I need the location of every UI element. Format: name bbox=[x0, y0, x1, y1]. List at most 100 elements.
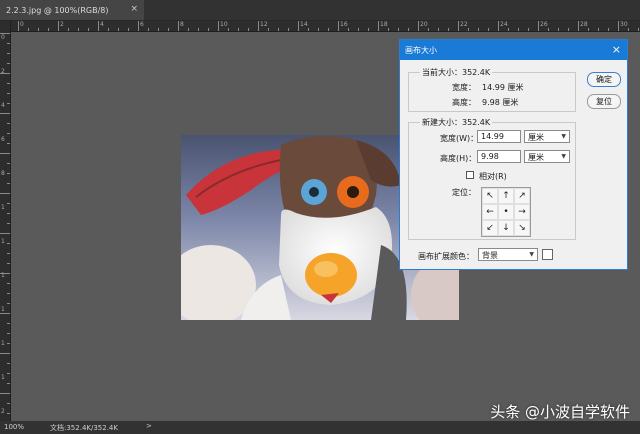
ruler-label: 2 bbox=[1, 68, 5, 75]
ruler-label: 8 bbox=[180, 21, 184, 28]
ruler-tick bbox=[7, 293, 10, 294]
ruler-tick bbox=[7, 173, 10, 174]
ruler-tick bbox=[478, 28, 479, 31]
ruler-tick bbox=[198, 28, 199, 31]
anchor-sw-icon[interactable]: ↙ bbox=[482, 220, 498, 236]
ruler-tick bbox=[7, 63, 10, 64]
status-menu-arrow[interactable]: > bbox=[146, 422, 152, 430]
ruler-tick bbox=[488, 28, 489, 31]
ruler-tick bbox=[7, 323, 10, 324]
height-unit-select[interactable]: 厘米 ▼ bbox=[524, 150, 570, 163]
anchor-n-icon[interactable]: ↑ bbox=[498, 188, 514, 204]
ruler-tick bbox=[518, 28, 519, 31]
close-icon[interactable]: × bbox=[612, 43, 621, 56]
current-width-label: 宽度： bbox=[452, 83, 476, 92]
extension-color-swatch[interactable] bbox=[542, 249, 553, 260]
ruler-top[interactable]: 02468101214161820222426283032 bbox=[10, 21, 640, 32]
ruler-label: 24 bbox=[500, 21, 508, 28]
ok-button[interactable]: 确定 bbox=[587, 72, 621, 87]
anchor-e-icon[interactable]: → bbox=[514, 204, 530, 220]
ruler-label: 0 bbox=[20, 21, 24, 28]
anchor-se-icon[interactable]: ↘ bbox=[514, 220, 530, 236]
ruler-tick bbox=[268, 28, 269, 31]
ruler-tick bbox=[308, 28, 309, 31]
ruler-tick bbox=[568, 28, 569, 31]
ruler-label: 1 bbox=[1, 340, 5, 347]
dialog-title-bar[interactable]: 画布大小 × bbox=[400, 40, 627, 60]
ruler-tick bbox=[7, 223, 10, 224]
ruler-label: 1 bbox=[1, 374, 5, 381]
new-size-label: 新建大小：352.4K bbox=[420, 117, 493, 128]
ruler-tick bbox=[7, 243, 10, 244]
new-height-label: 高度(H)： bbox=[440, 154, 477, 163]
ruler-tick bbox=[7, 253, 10, 254]
ruler-tick bbox=[138, 21, 139, 31]
ruler-tick bbox=[7, 413, 10, 414]
extension-color-select[interactable]: 背景 ▼ bbox=[478, 248, 538, 261]
ruler-tick bbox=[0, 393, 10, 394]
relative-checkbox[interactable] bbox=[466, 171, 474, 179]
ruler-tick bbox=[418, 21, 419, 31]
ruler-tick bbox=[7, 143, 10, 144]
ruler-tick bbox=[178, 21, 179, 31]
ruler-tick bbox=[638, 28, 639, 31]
ruler-label: 1 bbox=[1, 238, 5, 245]
ruler-tick bbox=[578, 21, 579, 31]
ruler-tick bbox=[148, 28, 149, 31]
ruler-tick bbox=[608, 28, 609, 31]
anchor-w-icon[interactable]: ← bbox=[482, 204, 498, 220]
anchor-ne-icon[interactable]: ↗ bbox=[514, 188, 530, 204]
ruler-tick bbox=[588, 28, 589, 31]
new-width-label: 宽度(W)： bbox=[440, 134, 479, 143]
ruler-tick bbox=[328, 28, 329, 31]
ruler-label: 2 bbox=[60, 21, 64, 28]
relative-label[interactable]: 相对(R) bbox=[479, 171, 507, 182]
ruler-label: 14 bbox=[300, 21, 308, 28]
ruler-tick bbox=[18, 21, 19, 31]
width-input[interactable]: 14.99 bbox=[477, 130, 521, 143]
ruler-label: 26 bbox=[540, 21, 548, 28]
anchor-s-icon[interactable]: ↓ bbox=[498, 220, 514, 236]
zoom-level[interactable]: 100% bbox=[4, 423, 24, 431]
current-size-label: 当前大小：352.4K bbox=[420, 67, 493, 78]
ruler-tick bbox=[188, 28, 189, 31]
chevron-down-icon: ▼ bbox=[561, 153, 566, 160]
ruler-tick bbox=[118, 28, 119, 31]
anchor-nw-icon[interactable]: ↖ bbox=[482, 188, 498, 204]
ruler-tick bbox=[558, 28, 559, 31]
ruler-label: 1 bbox=[1, 272, 5, 279]
ruler-tick bbox=[0, 113, 10, 114]
ruler-tick bbox=[548, 28, 549, 31]
ruler-tick bbox=[468, 28, 469, 31]
ruler-tick bbox=[7, 93, 10, 94]
ruler-tick bbox=[7, 103, 10, 104]
document-tab[interactable]: 2.2.3.jpg @ 100%(RGB/8) × bbox=[0, 0, 144, 20]
reset-button[interactable]: 复位 bbox=[587, 94, 621, 109]
ruler-left[interactable]: 0 2 4 6 8 1 1 1 1 1 1 2 bbox=[0, 21, 11, 424]
ruler-tick bbox=[258, 21, 259, 31]
ruler-label: 10 bbox=[220, 21, 228, 28]
width-unit-select[interactable]: 厘米 ▼ bbox=[524, 130, 570, 143]
ruler-label: 30 bbox=[620, 21, 628, 28]
ruler-tick bbox=[248, 28, 249, 31]
ruler-tick bbox=[398, 28, 399, 31]
ruler-tick bbox=[7, 343, 10, 344]
ruler-label: 16 bbox=[340, 21, 348, 28]
close-icon[interactable]: × bbox=[130, 4, 138, 14]
document-tab-title: 2.2.3.jpg @ 100%(RGB/8) bbox=[6, 5, 109, 15]
ruler-tick bbox=[7, 133, 10, 134]
ruler-label: 18 bbox=[380, 21, 388, 28]
ruler-label: 4 bbox=[100, 21, 104, 28]
ruler-tick bbox=[7, 53, 10, 54]
ruler-label: 1 bbox=[1, 306, 5, 313]
ruler-tick bbox=[0, 193, 10, 194]
anchor-grid[interactable]: ↖ ↑ ↗ ← • → ↙ ↓ ↘ bbox=[481, 187, 531, 237]
document-info: 文档:352.4K/352.4K bbox=[50, 424, 118, 432]
ruler-tick bbox=[338, 21, 339, 31]
height-input[interactable]: 9.98 bbox=[477, 150, 521, 163]
ruler-tick bbox=[158, 28, 159, 31]
ruler-tick bbox=[598, 28, 599, 31]
ruler-label: 20 bbox=[420, 21, 428, 28]
ruler-tick bbox=[68, 28, 69, 31]
anchor-center-icon[interactable]: • bbox=[498, 204, 514, 220]
